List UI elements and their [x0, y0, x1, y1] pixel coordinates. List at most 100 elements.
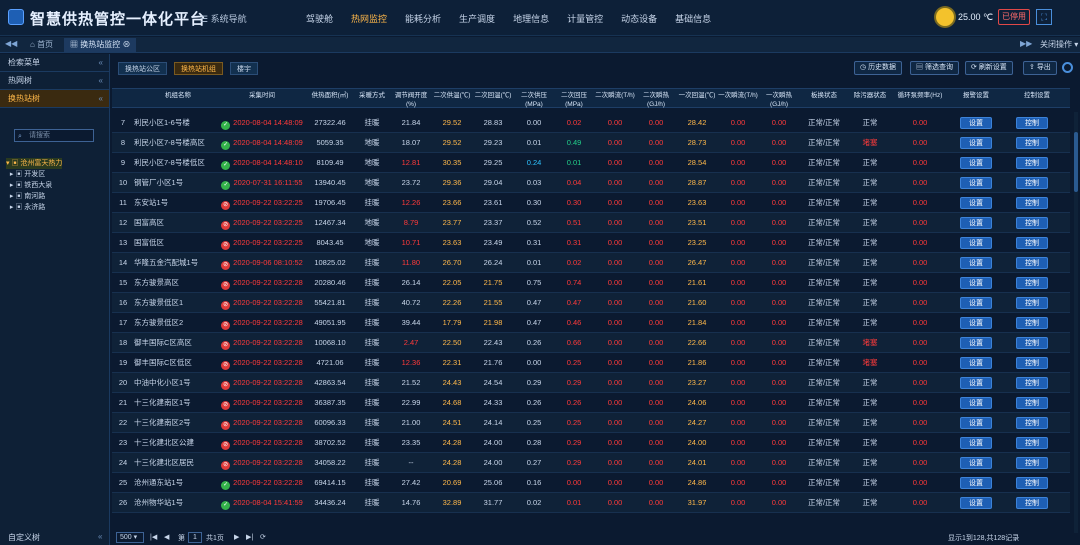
alarm-settings-button[interactable]: 设置: [960, 397, 992, 409]
table-row[interactable]: 12 国富高区 ⊘ 2020-09-22 03:22:25 12467.34 地暖 8.79…: [112, 213, 1070, 233]
control-button[interactable]: 控制: [1016, 357, 1048, 369]
table-row[interactable]: 7 利民小区1-6号楼 ✓ 2020-08-04 14:48:09 27322.46 挂暖…: [112, 113, 1070, 133]
nav-item[interactable]: 计量管控: [567, 12, 603, 25]
control-button[interactable]: 控制: [1016, 397, 1048, 409]
alarm-settings-button[interactable]: 设置: [960, 137, 992, 149]
column-header[interactable]: 一次回温(℃): [676, 89, 718, 109]
alarm-settings-button[interactable]: 设置: [960, 117, 992, 129]
nav-item[interactable]: 能耗分析: [405, 12, 441, 25]
filter-button[interactable]: ▤ 筛选查询: [910, 61, 959, 75]
nav-item[interactable]: 生产调度: [459, 12, 495, 25]
table-row[interactable]: 21 十三化建南区1号 ⊘ 2020-09-22 03:22:28 36387.35 挂暖…: [112, 393, 1070, 413]
alarm-settings-button[interactable]: 设置: [960, 177, 992, 189]
close-ops-dropdown[interactable]: 关闭操作 ▾: [1040, 39, 1078, 50]
column-header[interactable]: 二次回压(MPa): [554, 89, 594, 109]
column-header[interactable]: 板换状态: [800, 89, 848, 109]
table-row[interactable]: 25 沧州通东站1号 ✓ 2020-09-22 03:22:28 69414.15 挂暖 2…: [112, 473, 1070, 493]
history-button[interactable]: ◷ 历史数据: [854, 61, 903, 75]
column-header[interactable]: 报警设置: [948, 89, 1004, 109]
column-header[interactable]: 二次瞬流(T/h): [594, 89, 636, 109]
column-header[interactable]: 采集时间: [218, 89, 306, 109]
expand-icon[interactable]: ⛶: [1036, 9, 1052, 25]
alarm-settings-button[interactable]: 设置: [960, 437, 992, 449]
control-button[interactable]: 控制: [1016, 177, 1048, 189]
nav-item[interactable]: 基础信息: [675, 12, 711, 25]
alarm-settings-button[interactable]: 设置: [960, 237, 992, 249]
tabs-left-icon[interactable]: ◀◀: [5, 39, 17, 48]
collapse-icon[interactable]: «: [98, 532, 102, 541]
subtab-public[interactable]: 换热站公区: [118, 62, 167, 75]
alarm-settings-button[interactable]: 设置: [960, 357, 992, 369]
sidebar-station-tree[interactable]: 换热站树 «: [0, 90, 109, 108]
alarm-settings-button[interactable]: 设置: [960, 277, 992, 289]
table-row[interactable]: 8 利民小区7-8号楼高区 ✓ 2020-08-04 14:48:09 5059.35 地…: [112, 133, 1070, 153]
control-button[interactable]: 控制: [1016, 257, 1048, 269]
table-row[interactable]: 16 东方骏景低区1 ⊘ 2020-09-22 03:22:28 55421.81 挂暖 4…: [112, 293, 1070, 313]
refresh-settings-button[interactable]: ⟳ 刷新设置: [965, 61, 1013, 75]
vertical-scrollbar[interactable]: [1074, 112, 1078, 533]
control-button[interactable]: 控制: [1016, 237, 1048, 249]
column-header[interactable]: 采暖方式: [354, 89, 390, 109]
control-button[interactable]: 控制: [1016, 437, 1048, 449]
collapse-icon[interactable]: «: [99, 90, 103, 108]
control-button[interactable]: 控制: [1016, 457, 1048, 469]
tab-home[interactable]: ⌂ 首页: [24, 38, 59, 52]
column-header[interactable]: 一次瞬热(GJ/h): [758, 89, 800, 109]
control-button[interactable]: 控制: [1016, 317, 1048, 329]
table-row[interactable]: 14 华隆五金汽配城1号 ⊘ 2020-09-06 08:10:52 10825.02 挂…: [112, 253, 1070, 273]
column-header[interactable]: 二次供压(MPa): [514, 89, 554, 109]
column-header[interactable]: 机组名称: [134, 89, 222, 109]
export-button[interactable]: ⇪ 导出: [1023, 61, 1057, 75]
alarm-settings-button[interactable]: 设置: [960, 497, 992, 509]
alarm-settings-button[interactable]: 设置: [960, 377, 992, 389]
tabs-right-icon[interactable]: ▶▶: [1020, 39, 1032, 48]
control-button[interactable]: 控制: [1016, 297, 1048, 309]
sidebar-custom-tree[interactable]: 自定义树 «: [8, 532, 102, 543]
sidebar-heat-net[interactable]: 热网树 «: [0, 72, 109, 90]
control-button[interactable]: 控制: [1016, 377, 1048, 389]
alarm-settings-button[interactable]: 设置: [960, 317, 992, 329]
page-input[interactable]: 1: [188, 532, 202, 543]
alarm-settings-button[interactable]: 设置: [960, 457, 992, 469]
tree-item[interactable]: ▸ ▣ 开发区: [6, 169, 62, 180]
alarm-settings-button[interactable]: 设置: [960, 257, 992, 269]
next-page-icon[interactable]: ▶: [234, 533, 239, 541]
table-row[interactable]: 20 中油中化小区1号 ⊘ 2020-09-22 03:22:28 42863.54 挂暖…: [112, 373, 1070, 393]
table-row[interactable]: 17 东方骏景低区2 ⊘ 2020-09-22 03:22:28 49051.95 挂暖 3…: [112, 313, 1070, 333]
control-button[interactable]: 控制: [1016, 497, 1048, 509]
control-button[interactable]: 控制: [1016, 277, 1048, 289]
table-row[interactable]: 23 十三化建北区公建 ⊘ 2020-09-22 03:22:28 38702.52 挂暖…: [112, 433, 1070, 453]
subtab-units[interactable]: 换热站机组: [174, 62, 223, 75]
column-header[interactable]: 二次瞬热(GJ/h): [636, 89, 676, 109]
table-row[interactable]: 13 国富低区 ⊘ 2020-09-22 03:22:25 8043.45 地暖 10.71…: [112, 233, 1070, 253]
column-header[interactable]: 一次瞬流(T/h): [718, 89, 758, 109]
subtab-buildings[interactable]: 楼宇: [230, 62, 258, 75]
nav-item[interactable]: 地理信息: [513, 12, 549, 25]
table-row[interactable]: 15 东方骏景高区 ⊘ 2020-09-22 03:22:28 20280.46 挂暖 26…: [112, 273, 1070, 293]
tab-current[interactable]: ▦ 换热站监控 ⊗: [64, 38, 137, 52]
control-button[interactable]: 控制: [1016, 337, 1048, 349]
sidebar-search-menu[interactable]: 检索菜单 «: [0, 54, 109, 72]
close-icon[interactable]: ⊗: [120, 40, 130, 49]
table-row[interactable]: 11 东安站1号 ⊘ 2020-09-22 03:22:25 19706.45 挂暖 12.…: [112, 193, 1070, 213]
column-header[interactable]: 调节阀开度(%): [390, 89, 432, 109]
nav-toggle-button[interactable]: ☰ 系统导航: [200, 12, 247, 25]
table-row[interactable]: 19 御丰国际C区低区 ⊘ 2020-09-22 03:22:28 4721.06 挂暖 1…: [112, 353, 1070, 373]
nav-item[interactable]: 驾驶舱: [306, 12, 333, 25]
column-header[interactable]: 除污器状态: [848, 89, 892, 109]
alarm-settings-button[interactable]: 设置: [960, 477, 992, 489]
tree-item[interactable]: ▸ ▣ 铁西大泉: [6, 180, 62, 191]
control-button[interactable]: 控制: [1016, 137, 1048, 149]
refresh-page-icon[interactable]: ⟳: [260, 533, 266, 541]
control-button[interactable]: 控制: [1016, 417, 1048, 429]
nav-item[interactable]: 热网监控: [351, 12, 387, 25]
table-row[interactable]: 18 御丰国际C区高区 ⊘ 2020-09-22 03:22:28 10068.10 挂暖…: [112, 333, 1070, 353]
column-header[interactable]: 二次供温(℃): [432, 89, 472, 109]
column-header[interactable]: 控制设置: [1004, 89, 1070, 109]
table-row[interactable]: 26 沧州物华站1号 ✓ 2020-08-04 15:41:59 34436.24 挂暖 1…: [112, 493, 1070, 513]
column-header[interactable]: 循环泵频率(Hz): [892, 89, 948, 109]
alarm-settings-button[interactable]: 设置: [960, 297, 992, 309]
table-row[interactable]: 24 十三化建北区居民 ⊘ 2020-09-22 03:22:28 34058.22 挂暖…: [112, 453, 1070, 473]
tree-item[interactable]: ▸ ▣ 永济路: [6, 202, 62, 213]
column-header[interactable]: 二次回温(℃): [472, 89, 514, 109]
